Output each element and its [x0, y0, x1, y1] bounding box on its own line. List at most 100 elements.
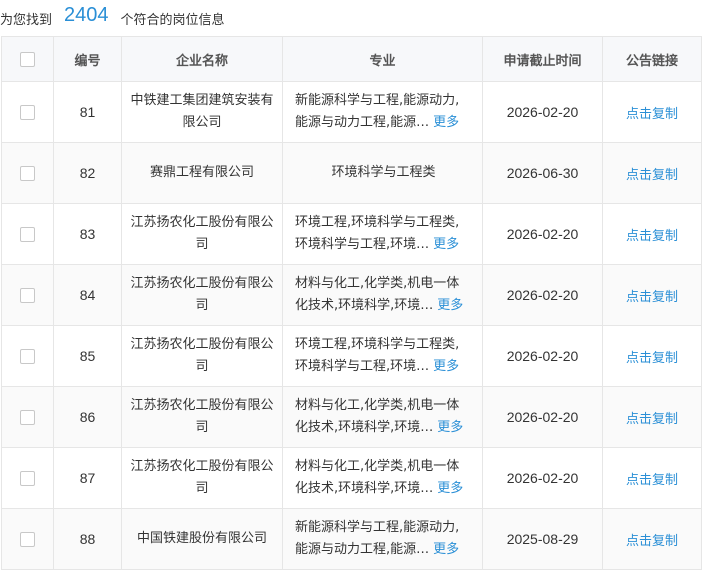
- major-wrap: 材料与化工,化学类,机电一体化技术,环境科学,环境… 更多: [283, 456, 482, 500]
- results-count: 2404: [64, 3, 109, 26]
- link-cell: 点击复制: [602, 325, 702, 387]
- deadline-date: 2026-02-20: [482, 264, 603, 326]
- major-wrap: 环境工程,环境科学与工程类,环境科学与工程,环境… 更多: [283, 334, 482, 378]
- company-cell: 中铁建工集团建筑安装有限公司: [121, 81, 283, 143]
- company-cell: 江苏扬农化工股份有限公司: [121, 203, 283, 265]
- major-cell: 材料与化工,化学类,机电一体化技术,环境科学,环境… 更多: [282, 264, 483, 326]
- header-major: 专业: [282, 36, 483, 82]
- major-cell: 环境工程,环境科学与工程类,环境科学与工程,环境… 更多: [282, 203, 483, 265]
- more-link[interactable]: 更多: [437, 420, 463, 435]
- link-cell: 点击复制: [602, 203, 702, 265]
- more-link[interactable]: 更多: [433, 359, 459, 374]
- major-text: 材料与化工,化学类,机电一体化技术,环境科学,环境…: [295, 398, 460, 435]
- link-cell: 点击复制: [602, 142, 702, 204]
- company-cell: 赛鼎工程有限公司: [121, 142, 283, 204]
- deadline-date: 2026-02-20: [482, 203, 603, 265]
- row-checkbox[interactable]: [20, 409, 35, 425]
- company-cell: 江苏扬农化工股份有限公司: [121, 386, 283, 448]
- row-number: 83: [53, 203, 122, 265]
- deadline-date: 2026-02-20: [482, 81, 603, 143]
- major-text: 环境科学与工程类: [331, 165, 436, 180]
- major-wrap: 材料与化工,化学类,机电一体化技术,环境科学,环境… 更多: [283, 273, 482, 317]
- table-row: 83 江苏扬农化工股份有限公司 环境工程,环境科学与工程类,环境科学与工程,环境… 更…: [1, 203, 702, 265]
- row-select-cell: [1, 264, 54, 326]
- copy-link[interactable]: 点击复制: [626, 168, 678, 183]
- more-link[interactable]: 更多: [433, 237, 459, 252]
- table-row: 87 江苏扬农化工股份有限公司 材料与化工,化学类,机电一体化技术,环境科学,环境……: [1, 447, 702, 509]
- copy-link[interactable]: 点击复制: [626, 229, 678, 244]
- copy-link[interactable]: 点击复制: [626, 534, 678, 549]
- major-cell: 环境工程,环境科学与工程类,环境科学与工程,环境… 更多: [282, 325, 483, 387]
- copy-link[interactable]: 点击复制: [626, 351, 678, 366]
- more-link[interactable]: 更多: [437, 481, 463, 496]
- copy-link[interactable]: 点击复制: [626, 412, 678, 427]
- copy-link[interactable]: 点击复制: [626, 473, 678, 488]
- company-cell: 江苏扬农化工股份有限公司: [121, 325, 283, 387]
- company-name: 江苏扬农化工股份有限公司: [130, 215, 274, 252]
- row-select-cell: [1, 203, 54, 265]
- company-cell: 中国铁建股份有限公司: [121, 508, 283, 570]
- copy-link[interactable]: 点击复制: [626, 107, 678, 122]
- row-checkbox[interactable]: [20, 165, 35, 181]
- select-all-checkbox[interactable]: [20, 51, 35, 67]
- more-link[interactable]: 更多: [433, 542, 459, 557]
- link-cell: 点击复制: [602, 386, 702, 448]
- link-cell: 点击复制: [602, 264, 702, 326]
- row-checkbox[interactable]: [20, 531, 35, 547]
- more-link[interactable]: 更多: [433, 115, 459, 130]
- summary-prefix: 为您找到: [0, 12, 53, 28]
- table-row: 85 江苏扬农化工股份有限公司 环境工程,环境科学与工程类,环境科学与工程,环境… 更…: [1, 325, 702, 387]
- header-deadline: 申请截止时间: [482, 36, 603, 82]
- row-checkbox[interactable]: [20, 348, 35, 364]
- jobs-table: 编号 企业名称 专业 申请截止时间 公告链接 81 中铁建工集团建筑安装有限公司新…: [1, 36, 702, 570]
- row-select-cell: [1, 386, 54, 448]
- major-cell: 材料与化工,化学类,机电一体化技术,环境科学,环境… 更多: [282, 386, 483, 448]
- major-cell: 材料与化工,化学类,机电一体化技术,环境科学,环境… 更多: [282, 447, 483, 509]
- major-wrap: 环境工程,环境科学与工程类,环境科学与工程,环境… 更多: [283, 212, 482, 256]
- company-name: 赛鼎工程有限公司: [149, 165, 254, 180]
- major-cell: 环境科学与工程类: [282, 142, 483, 204]
- link-cell: 点击复制: [602, 447, 702, 509]
- deadline-date: 2026-06-30: [482, 142, 603, 204]
- row-checkbox[interactable]: [20, 470, 35, 486]
- row-number: 82: [53, 142, 122, 204]
- company-name: 中国铁建股份有限公司: [136, 531, 267, 546]
- company-name: 江苏扬农化工股份有限公司: [130, 398, 274, 435]
- row-select-cell: [1, 325, 54, 387]
- table-row: 84 江苏扬农化工股份有限公司 材料与化工,化学类,机电一体化技术,环境科学,环境……: [1, 264, 702, 326]
- major-text: 材料与化工,化学类,机电一体化技术,环境科学,环境…: [295, 276, 460, 313]
- row-number: 86: [53, 386, 122, 448]
- row-checkbox[interactable]: [20, 226, 35, 242]
- header-link: 公告链接: [602, 36, 702, 82]
- major-wrap: 新能源科学与工程,能源动力,能源与动力工程,能源… 更多: [283, 90, 482, 134]
- row-select-cell: [1, 447, 54, 509]
- summary-suffix: 个符合的岗位信息: [120, 12, 225, 28]
- row-number: 81: [53, 81, 122, 143]
- table-row: 86 江苏扬农化工股份有限公司 材料与化工,化学类,机电一体化技术,环境科学,环境……: [1, 386, 702, 448]
- major-text: 材料与化工,化学类,机电一体化技术,环境科学,环境…: [295, 459, 460, 496]
- row-select-cell: [1, 142, 54, 204]
- row-select-cell: [1, 508, 54, 570]
- more-link[interactable]: 更多: [437, 298, 463, 313]
- deadline-date: 2026-02-20: [482, 325, 603, 387]
- results-summary: 为您找到 2404 个符合的岗位信息: [0, 0, 702, 36]
- row-select-cell: [1, 81, 54, 143]
- table-row: 81 中铁建工集团建筑安装有限公司 新能源科学与工程,能源动力,能源与动力工程,能源…: [1, 81, 702, 143]
- link-cell: 点击复制: [602, 81, 702, 143]
- major-wrap: 环境科学与工程类: [283, 162, 482, 184]
- table-header-row: 编号 企业名称 专业 申请截止时间 公告链接: [1, 36, 702, 82]
- company-name: 江苏扬农化工股份有限公司: [130, 459, 274, 496]
- major-cell: 新能源科学与工程,能源动力,能源与动力工程,能源… 更多: [282, 81, 483, 143]
- row-number: 87: [53, 447, 122, 509]
- link-cell: 点击复制: [602, 508, 702, 570]
- company-name: 江苏扬农化工股份有限公司: [130, 337, 274, 374]
- company-cell: 江苏扬农化工股份有限公司: [121, 447, 283, 509]
- copy-link[interactable]: 点击复制: [626, 290, 678, 305]
- deadline-date: 2026-02-20: [482, 386, 603, 448]
- row-checkbox[interactable]: [20, 104, 35, 120]
- header-number: 编号: [53, 36, 122, 82]
- row-checkbox[interactable]: [20, 287, 35, 303]
- table-row: 88 中国铁建股份有限公司 新能源科学与工程,能源动力,能源与动力工程,能源… 更多 2…: [1, 508, 702, 570]
- deadline-date: 2025-08-29: [482, 508, 603, 570]
- row-number: 85: [53, 325, 122, 387]
